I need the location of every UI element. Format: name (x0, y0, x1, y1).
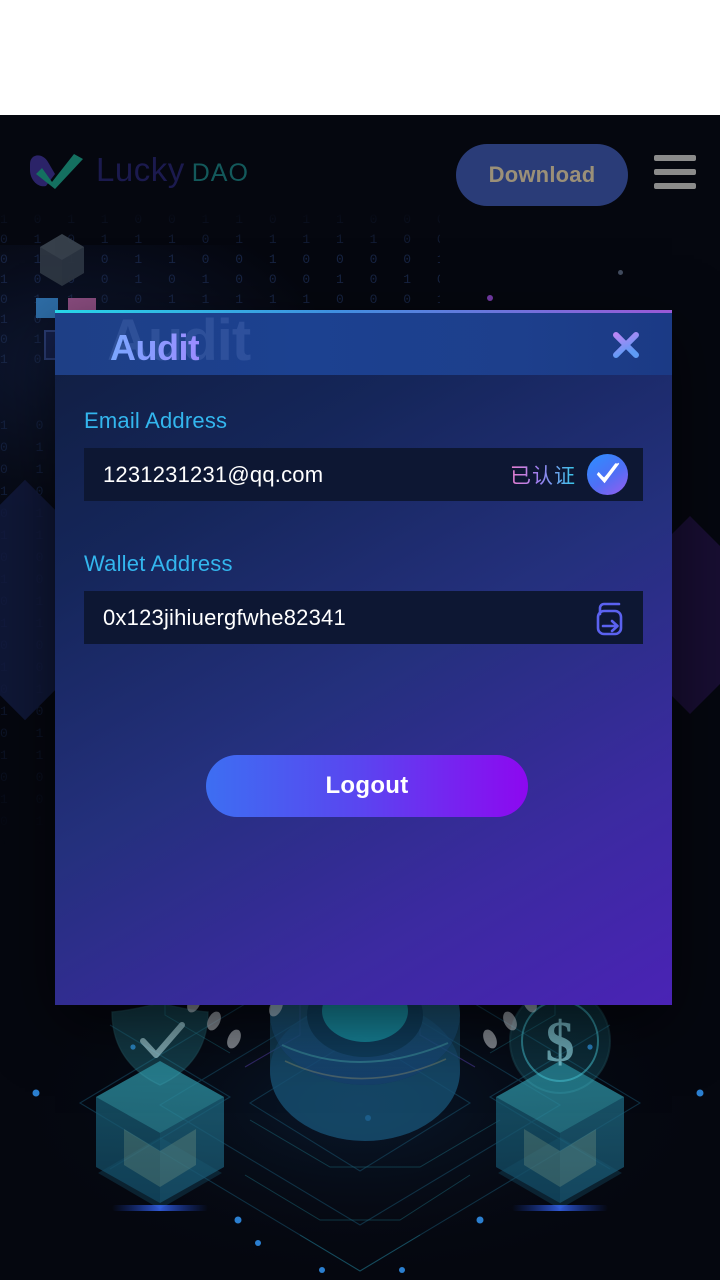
menu-bar-1 (654, 155, 696, 161)
dot-decoration-grey (618, 270, 623, 275)
logo-text-dao: DAO (191, 159, 249, 187)
checkmark-swoosh-logo-icon (30, 154, 83, 189)
logout-button[interactable]: Logout (206, 755, 528, 817)
modal-body: Email Address 1231231231@qq.com 已认证 Wall… (55, 375, 672, 1005)
close-x-icon[interactable] (608, 327, 644, 363)
copy-icon[interactable] (589, 598, 629, 638)
menu-bar-2 (654, 169, 696, 175)
menu-bar-3 (654, 183, 696, 189)
site-header: Lucky DAO Download (0, 115, 720, 225)
hamburger-menu-icon[interactable] (654, 155, 696, 189)
hexagon-decoration (40, 234, 84, 286)
audit-modal: Audit Audit Email Address 123123 (55, 308, 672, 1005)
svg-text:$: $ (546, 1009, 575, 1074)
wallet-field-value: 0x123jihiuergfwhe82341 (103, 604, 346, 630)
app-viewport: 1 0 1 1 0 0 1 1 0 1 1 0 0 0 1 1 1 1 0 0 … (0, 115, 720, 1280)
wallet-field-label: Wallet Address (84, 551, 233, 576)
email-field-label: Email Address (84, 408, 228, 433)
verified-check-badge-icon (586, 453, 629, 496)
email-verified-group: 已认证 (510, 448, 629, 501)
field-spacer (84, 501, 643, 551)
wallet-field-box[interactable]: 0x123jihiuergfwhe82341 (84, 591, 643, 644)
top-blank-strip (0, 0, 720, 115)
modal-header: Audit Audit (55, 308, 672, 375)
email-field-value: 1231231231@qq.com (103, 461, 324, 487)
modal-title: Audit (110, 327, 200, 368)
download-button[interactable]: Download (456, 144, 628, 206)
email-field-box[interactable]: 1231231231@qq.com 已认证 (84, 448, 643, 501)
wallet-actions (589, 591, 629, 644)
verified-status-text: 已认证 (510, 460, 576, 490)
logo-text-lucky: Lucky (96, 151, 185, 188)
dot-decoration-violet (487, 295, 493, 301)
brand-logo[interactable]: Lucky DAO (28, 150, 249, 190)
